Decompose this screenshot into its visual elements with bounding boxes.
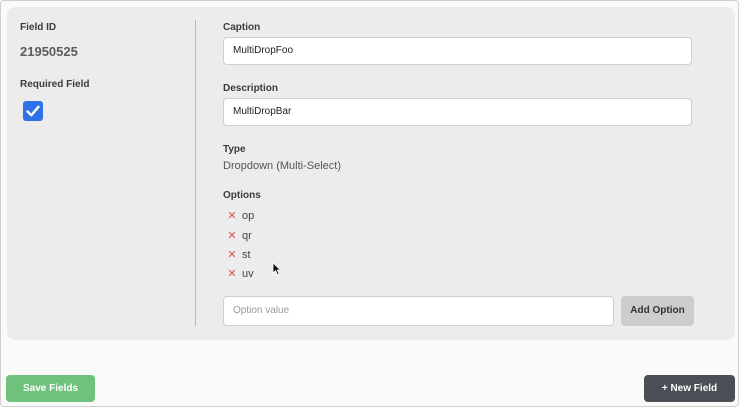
remove-option-icon[interactable]: ✕ xyxy=(227,209,237,223)
new-field-button[interactable]: + New Field xyxy=(644,375,735,402)
save-fields-button[interactable]: Save Fields xyxy=(6,375,95,402)
option-value: op xyxy=(242,210,255,222)
remove-option-icon[interactable]: ✕ xyxy=(227,229,237,243)
option-value-input[interactable]: Option value xyxy=(223,296,614,326)
column-divider xyxy=(195,20,196,326)
checkmark-icon xyxy=(26,105,40,117)
remove-option-icon[interactable]: ✕ xyxy=(227,248,237,262)
option-value: st xyxy=(242,249,251,261)
app-frame: Field ID 21950525 Required Field Caption… xyxy=(0,0,739,407)
option-value: uv xyxy=(242,268,254,280)
option-value: qr xyxy=(242,230,252,242)
required-field-label: Required Field xyxy=(20,79,90,90)
required-checkbox[interactable] xyxy=(23,101,43,121)
remove-option-icon[interactable]: ✕ xyxy=(227,267,237,281)
type-label: Type xyxy=(223,144,246,155)
caption-label: Caption xyxy=(223,22,261,33)
type-value: Dropdown (Multi-Select) xyxy=(223,160,341,172)
field-id-value: 21950525 xyxy=(20,44,78,59)
description-label: Description xyxy=(223,83,279,94)
mouse-cursor-icon xyxy=(272,262,282,276)
field-id-label: Field ID xyxy=(20,22,57,33)
options-label: Options xyxy=(223,190,261,201)
description-input[interactable]: MultiDropBar xyxy=(223,98,692,126)
add-option-button[interactable]: Add Option xyxy=(621,296,694,326)
caption-input[interactable]: MultiDropFoo xyxy=(223,37,692,65)
